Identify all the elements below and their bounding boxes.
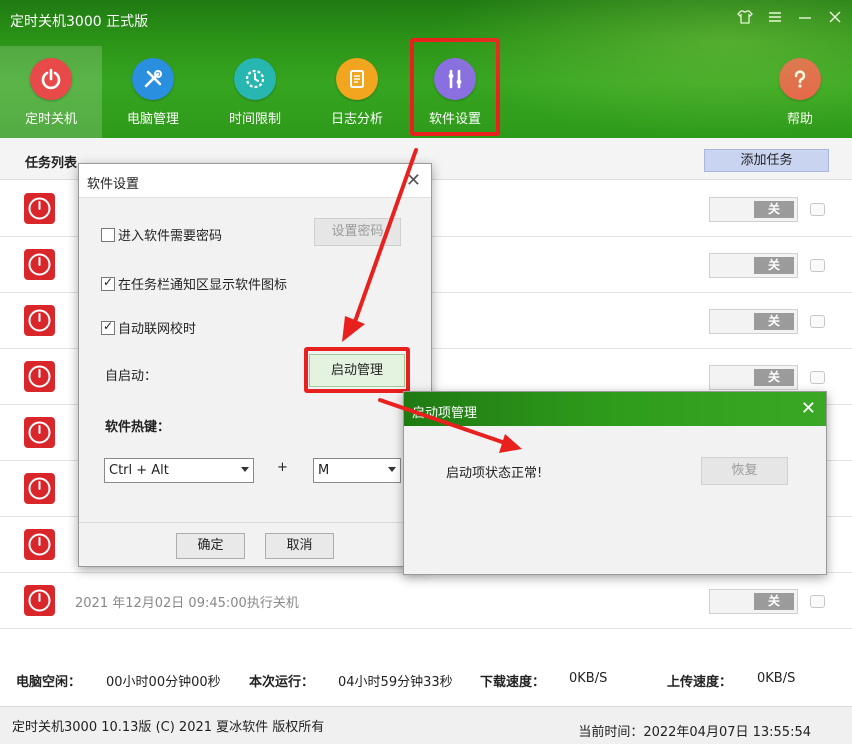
auto-sync-label: 自动联网校时	[118, 322, 197, 337]
tray-icon-label: 在任务栏通知区显示软件图标	[118, 278, 288, 293]
chevron-down-icon	[388, 467, 396, 472]
upload-value: 0KB/S	[757, 671, 796, 686]
upload-label: 上传速度：	[667, 675, 733, 690]
nav-item-log[interactable]: 日志分析	[306, 46, 408, 138]
power-icon[interactable]	[24, 193, 55, 224]
edit-icon[interactable]	[810, 371, 825, 384]
add-task-button[interactable]: 添加任务	[704, 149, 829, 172]
window-controls	[736, 8, 844, 28]
startup-status-text: 启动项状态正常!	[446, 466, 543, 481]
hotkey-key-select[interactable]: M	[313, 458, 401, 483]
power-icon[interactable]	[24, 473, 55, 504]
nav-label: 电脑管理	[126, 112, 179, 127]
hotkey-plus: +	[277, 460, 288, 475]
startup-dialog-title: 启动项管理	[412, 406, 478, 421]
settings-highlight-box	[410, 38, 500, 136]
edit-icon[interactable]	[810, 315, 825, 328]
nav-item-help[interactable]: 帮助	[749, 46, 851, 138]
startup-button-highlight-box	[304, 347, 410, 393]
copyright-text: 定时关机3000 10.13版 (C) 2021 夏冰软件 版权所有	[12, 720, 325, 735]
power-icon[interactable]	[24, 249, 55, 280]
tray-icon-checkbox[interactable]	[101, 275, 115, 291]
idle-value: 00小时00分钟00秒	[106, 675, 221, 690]
startup-dialog-titlebar: 启动项管理 ✕	[404, 392, 826, 426]
switch-state-label: 关	[754, 313, 794, 330]
tools-icon	[132, 58, 174, 100]
cancel-button[interactable]: 取消	[265, 533, 334, 559]
require-password-label: 进入软件需要密码	[118, 229, 223, 244]
settings-dialog-titlebar: 软件设置 ✕	[79, 164, 431, 198]
power-icon[interactable]	[24, 529, 55, 560]
task-toggle-switch[interactable]: 关	[709, 253, 798, 278]
task-list-title: 任务列表	[25, 156, 78, 171]
autostart-label: 自启动：	[105, 369, 158, 384]
footer: 定时关机3000 10.13版 (C) 2021 夏冰软件 版权所有 当前时间：…	[0, 706, 852, 744]
switch-state-label: 关	[754, 201, 794, 218]
log-icon	[336, 58, 378, 100]
task-description: 2021 年12月02日 09:45:00执行关机	[75, 596, 299, 611]
settings-icon	[434, 58, 476, 100]
startup-dialog: 启动项管理 ✕ 启动项状态正常! 恢复	[403, 391, 827, 575]
nav-label: 日志分析	[330, 112, 383, 127]
auto-sync-option[interactable]: 自动联网校时	[101, 318, 196, 337]
settings-dialog-title: 软件设置	[87, 177, 140, 192]
nav-item-shutdown[interactable]: 定时关机	[0, 46, 102, 138]
task-row: 2021 年12月02日 09:45:00执行关机 关	[0, 573, 852, 629]
status-bar: 电脑空闲： 00小时00分钟00秒 本次运行： 04小时59分钟33秒 下载速度…	[0, 665, 852, 695]
minimize-icon[interactable]	[796, 8, 814, 28]
run-value: 04小时59分钟33秒	[338, 675, 453, 690]
power-icon	[30, 58, 72, 100]
app-header: 定时关机3000 正式版 定时关机 电脑管理 时间限制 日志分析 软件设置 帮助	[0, 0, 852, 138]
switch-state-label: 关	[754, 369, 794, 386]
tray-icon-option[interactable]: 在任务栏通知区显示软件图标	[101, 274, 287, 293]
task-toggle-switch[interactable]: 关	[709, 365, 798, 390]
task-toggle-switch[interactable]: 关	[709, 589, 798, 614]
download-value: 0KB/S	[569, 671, 608, 686]
task-toggle-switch[interactable]: 关	[709, 309, 798, 334]
switch-state-label: 关	[754, 593, 794, 610]
nav-item-time-limit[interactable]: 时间限制	[204, 46, 306, 138]
ok-button[interactable]: 确定	[176, 533, 245, 559]
auto-sync-checkbox[interactable]	[101, 319, 115, 335]
task-toggle-switch[interactable]: 关	[709, 197, 798, 222]
edit-icon[interactable]	[810, 203, 825, 216]
nav-label: 定时关机	[24, 112, 77, 127]
divider	[79, 522, 431, 523]
shirt-icon[interactable]	[736, 8, 754, 28]
switch-state-label: 关	[754, 257, 794, 274]
restore-button[interactable]: 恢复	[701, 457, 788, 485]
help-icon	[779, 58, 821, 100]
power-icon[interactable]	[24, 361, 55, 392]
download-label: 下载速度：	[480, 675, 546, 690]
close-icon[interactable]	[826, 8, 844, 28]
nav-label: 时间限制	[228, 112, 281, 127]
nav-item-pc-manage[interactable]: 电脑管理	[102, 46, 204, 138]
current-time: 当前时间：2022年04月07日 13:55:54	[578, 725, 811, 740]
hotkey-modifier-value: Ctrl + Alt	[109, 463, 169, 478]
nav-label: 帮助	[786, 112, 813, 127]
hotkey-modifier-select[interactable]: Ctrl + Alt	[104, 458, 254, 483]
menu-icon[interactable]	[766, 8, 784, 28]
edit-icon[interactable]	[810, 595, 825, 608]
edit-icon[interactable]	[810, 259, 825, 272]
timer-icon	[234, 58, 276, 100]
power-icon[interactable]	[24, 585, 55, 616]
set-password-button[interactable]: 设置密码	[314, 218, 401, 246]
power-icon[interactable]	[24, 417, 55, 448]
hotkey-key-value: M	[318, 463, 330, 478]
require-password-option[interactable]: 进入软件需要密码	[101, 225, 222, 244]
run-label: 本次运行：	[249, 675, 315, 690]
idle-label: 电脑空闲：	[16, 675, 82, 690]
chevron-down-icon	[241, 467, 249, 472]
close-icon[interactable]: ✕	[406, 170, 421, 191]
close-icon[interactable]: ✕	[801, 398, 816, 419]
window-title: 定时关机3000 正式版	[10, 14, 149, 30]
power-icon[interactable]	[24, 305, 55, 336]
hotkey-label: 软件热键：	[105, 420, 171, 435]
require-password-checkbox[interactable]	[101, 227, 115, 242]
